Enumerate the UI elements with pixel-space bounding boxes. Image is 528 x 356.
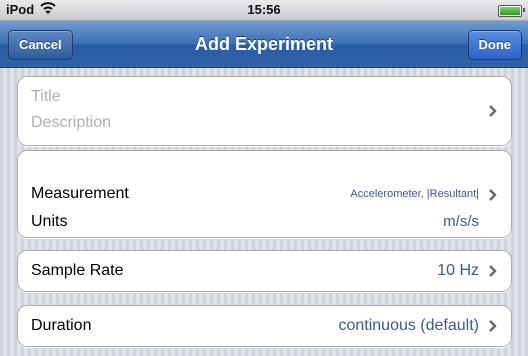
sample-rate-cell[interactable]: Sample Rate 10 Hz <box>17 250 512 292</box>
chevron-right-icon <box>487 189 499 201</box>
description-placeholder: Description <box>31 114 112 131</box>
measurement-cell[interactable]: Measurement Accelerometer, |Resultant| U… <box>17 150 512 238</box>
duration-label: Duration <box>31 317 92 334</box>
status-bar: iPod 15:56 <box>0 0 528 21</box>
chevron-right-icon <box>487 265 499 277</box>
measurement-label: Measurement <box>31 185 129 202</box>
duration-cell[interactable]: Duration continuous (default) <box>17 305 512 347</box>
title-placeholder: Title <box>31 88 61 105</box>
chevron-right-icon <box>487 105 499 117</box>
navigation-bar: Cancel Add Experiment Done <box>0 21 528 68</box>
units-value: m/s/s <box>443 213 479 230</box>
sample-rate-label: Sample Rate <box>31 262 124 279</box>
units-label: Units <box>31 213 68 230</box>
sample-rate-value: 10 Hz <box>437 262 479 279</box>
status-time: 15:56 <box>247 2 281 17</box>
battery-icon <box>498 5 525 17</box>
chevron-right-icon <box>487 320 499 332</box>
duration-value: continuous (default) <box>338 317 479 334</box>
page-title: Add Experiment <box>194 34 334 54</box>
done-button[interactable]: Done <box>467 30 522 60</box>
measurement-value: Accelerometer, |Resultant| <box>350 188 479 200</box>
title-description-cell[interactable]: Title Description <box>17 76 512 146</box>
